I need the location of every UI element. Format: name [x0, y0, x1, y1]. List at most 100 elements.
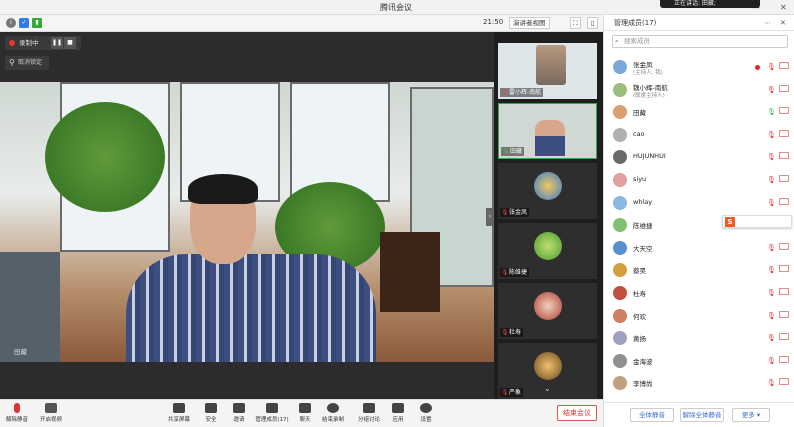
member-row[interactable]: 何欢 🎙 [604, 306, 794, 328]
more-button[interactable]: 更多 ▾ [732, 408, 770, 422]
member-name-text: 杜寿 [633, 290, 646, 298]
stop-recording-button[interactable]: ■ [64, 37, 76, 49]
chat-button[interactable]: 聊天 [290, 403, 320, 427]
shield-icon[interactable]: ✓ [19, 18, 29, 28]
mic-off-icon[interactable]: 🎙 [767, 131, 776, 139]
mic-off-icon[interactable]: 🎙 [767, 379, 776, 387]
thumbnail-tile[interactable]: 🎙 陈维捷 [498, 223, 597, 279]
mic-off-icon [14, 403, 20, 413]
chat-label: 聊天 [299, 417, 311, 423]
camera-off-icon[interactable] [779, 265, 789, 272]
camera-off-icon[interactable] [779, 107, 789, 114]
participant-avatar [534, 172, 562, 200]
member-row[interactable]: 李博尚 🎙 [604, 373, 794, 395]
avatar [613, 354, 627, 368]
camera-off-icon[interactable] [779, 311, 789, 318]
shield-icon [205, 403, 217, 413]
screen-share-icon [173, 403, 185, 413]
stop-recording-button[interactable]: 结束录制 [318, 403, 348, 427]
add-user-icon [233, 403, 245, 413]
avatar [613, 60, 627, 74]
mic-off-icon[interactable]: 🎙 [767, 199, 776, 207]
member-row[interactable]: 田藏 🎙 [604, 102, 794, 124]
search-input[interactable]: ⌕ 搜索成员 [612, 35, 788, 48]
layout-icon[interactable]: ▯ [587, 17, 598, 29]
info-icon[interactable]: i [6, 18, 16, 28]
mic-off-icon[interactable]: 🎙 [767, 266, 776, 274]
member-row[interactable]: HUJUNHUI 🎙 [604, 147, 794, 169]
fullscreen-icon[interactable]: ⛶ [570, 17, 581, 29]
mic-off-icon[interactable]: 🎙 [767, 86, 776, 94]
end-meeting-button[interactable]: 结束会议 [557, 405, 597, 421]
member-row[interactable]: 张金凤 (主持人, 我) 🎙 [604, 57, 794, 79]
member-name: 魏小辉-南航 (联席主持人) [633, 84, 668, 100]
thumbnail-tile[interactable]: 🎙 雷小辉-南航 [498, 43, 597, 99]
member-row[interactable]: 大天空 🎙 [604, 238, 794, 260]
more-options-icon[interactable]: ⋯ [764, 15, 771, 31]
camera-off-icon[interactable] [779, 356, 789, 363]
main-video-area: 录制中 ❚❚ ■ ⚲ 取消锁定 田藏 › [0, 32, 494, 399]
recording-icon [755, 65, 760, 70]
camera-off-icon[interactable] [779, 243, 789, 250]
speaker-video [0, 82, 494, 362]
thumbnail-tile[interactable]: 🎙 张金凤 [498, 163, 597, 219]
mic-off-icon[interactable]: 🎙 [767, 334, 776, 342]
member-name-text: 蔡昊 [633, 267, 646, 275]
view-switch-button[interactable]: 演讲者视图 [509, 17, 550, 29]
view-label: 演讲者视图 [513, 19, 546, 27]
unpin-button[interactable]: ⚲ 取消锁定 [5, 56, 49, 70]
mic-off-icon[interactable]: 🎙 [767, 244, 776, 252]
thumbnail-label: 🎙 田藏 [501, 147, 525, 156]
mic-off-icon[interactable]: 🎙 [767, 312, 776, 320]
apps-button[interactable]: 应用 [383, 403, 413, 427]
camera-off-icon[interactable] [779, 288, 789, 295]
breakout-rooms-button[interactable]: 分组讨论 [354, 403, 384, 427]
gear-icon [420, 403, 432, 413]
invite-button[interactable]: 邀请 [224, 403, 254, 427]
camera-off-icon[interactable] [779, 62, 789, 69]
mic-off-icon[interactable]: 🎙 [767, 357, 776, 365]
share-screen-button[interactable]: 共享屏幕 [164, 403, 194, 427]
member-row[interactable]: cao 🎙 [604, 125, 794, 147]
member-row[interactable]: siyu 🎙 [604, 170, 794, 192]
security-button[interactable]: 安全 [196, 403, 226, 427]
camera-off-icon[interactable] [779, 333, 789, 340]
camera-off-icon[interactable] [779, 85, 789, 92]
mute-all-button[interactable]: 全体静音 [630, 408, 674, 422]
mic-off-icon[interactable]: 🎙 [767, 176, 776, 184]
member-row[interactable]: 金海波 🎙 [604, 351, 794, 373]
thumbnail-label: 🎙 杜寿 [500, 328, 524, 337]
bottom-toolbar: 解除静音 开启视频 共享屏幕 安全 邀请 管理成员(17) 聊天 结束录制 分组… [0, 399, 603, 427]
camera-off-icon[interactable] [779, 198, 789, 205]
pause-recording-button[interactable]: ❚❚ [51, 37, 63, 49]
chevron-down-icon[interactable]: ⌄ [544, 384, 554, 394]
avatar [613, 263, 627, 277]
participant-video [535, 120, 565, 156]
ime-toolbar[interactable]: S [722, 215, 792, 228]
member-row[interactable]: whlay 🎙 [604, 193, 794, 215]
thumbnail-tile[interactable]: 🎙 杜寿 [498, 283, 597, 339]
manage-members-button[interactable]: 管理成员(17) [254, 403, 290, 427]
start-video-button[interactable]: 开启视频 [36, 403, 66, 427]
camera-off-icon[interactable] [779, 378, 789, 385]
close-panel-icon[interactable]: ✕ [780, 15, 786, 31]
member-row[interactable]: 杜寿 🎙 [604, 283, 794, 305]
mic-off-icon[interactable]: 🎙 [767, 289, 776, 297]
member-row[interactable]: 蔡昊 🎙 [604, 260, 794, 282]
more-label: 更多 [741, 411, 755, 419]
mic-off-icon[interactable]: 🎙 [767, 63, 776, 71]
collapse-thumbnails-button[interactable]: › [486, 208, 494, 226]
camera-off-icon[interactable] [779, 175, 789, 182]
mic-icon[interactable]: 🎙 [767, 108, 776, 116]
thumbnail-tile[interactable]: 🎙 田藏 [498, 103, 597, 159]
mic-off-icon[interactable]: 🎙 [767, 153, 776, 161]
member-name: 张金凤 (主持人, 我) [633, 61, 663, 77]
settings-button[interactable]: 设置 [411, 403, 441, 427]
camera-off-icon[interactable] [779, 152, 789, 159]
camera-off-icon[interactable] [779, 130, 789, 137]
member-row[interactable]: 黄扬 🎙 [604, 328, 794, 350]
member-row[interactable]: 魏小辉-南航 (联席主持人) 🎙 [604, 80, 794, 102]
unmute-all-button[interactable]: 解除全体静音 [680, 408, 724, 422]
close-icon[interactable]: ✕ [780, 0, 787, 15]
unmute-button[interactable]: 解除静音 [2, 403, 32, 427]
